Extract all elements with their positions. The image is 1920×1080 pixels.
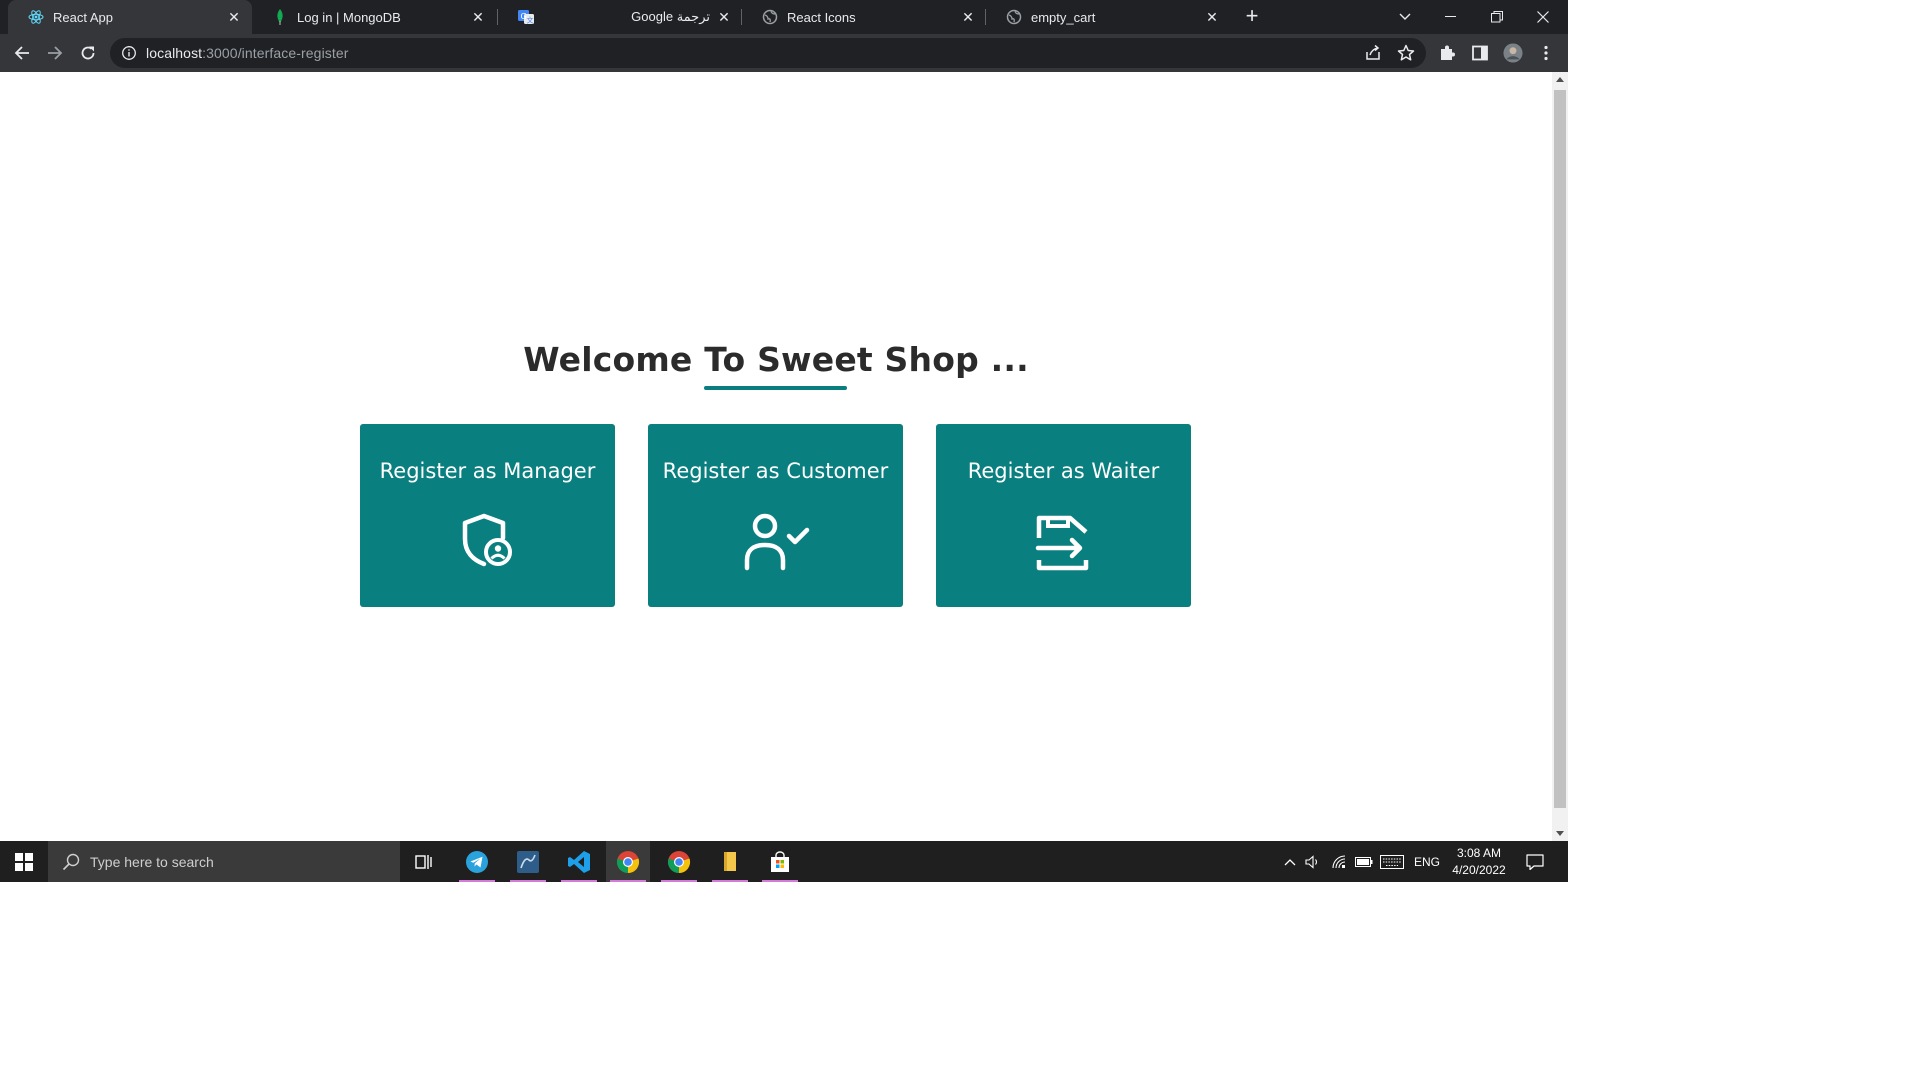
network-icon[interactable] xyxy=(1328,841,1350,882)
taskbar-search-box[interactable]: Type here to search xyxy=(48,841,400,882)
close-tab-icon[interactable]: ✕ xyxy=(226,9,242,25)
site-info-icon[interactable] xyxy=(121,45,137,61)
tab-title: React App xyxy=(53,9,113,25)
clock-time: 3:08 AM xyxy=(1456,846,1502,860)
tab-google-translate[interactable]: G文 Google ترجمة ✕ xyxy=(498,0,742,34)
url-host: localhost xyxy=(146,45,203,61)
close-tab-icon[interactable]: ✕ xyxy=(470,9,486,25)
system-clock[interactable]: 3:08 AM 4/20/2022 xyxy=(1446,845,1512,879)
forward-button[interactable] xyxy=(43,41,67,65)
tab-title: React Icons xyxy=(787,9,856,25)
windows-start-icon[interactable] xyxy=(0,841,48,882)
mongodb-leaf-icon xyxy=(272,9,288,25)
search-icon xyxy=(62,853,80,871)
notification-center-icon[interactable] xyxy=(1520,841,1550,882)
profile-avatar[interactable] xyxy=(1503,43,1523,63)
tab-title: empty_cart xyxy=(1031,9,1096,25)
url-text: localhost:3000/interface-register xyxy=(146,45,349,61)
battery-icon[interactable] xyxy=(1352,841,1376,882)
tab-mongodb[interactable]: Log in | MongoDB ✕ xyxy=(252,0,496,34)
keyboard-icon[interactable] xyxy=(1378,841,1406,882)
tab-react-app[interactable]: React App ✕ xyxy=(8,0,252,34)
mysql-workbench-icon[interactable] xyxy=(506,841,550,882)
file-explorer-icon[interactable] xyxy=(708,841,752,882)
tab-title: Google ترجمة xyxy=(631,9,710,24)
side-panel-icon[interactable] xyxy=(1470,43,1490,63)
windows-taskbar: Type here to search ENG 3:08 AM 4/20/202… xyxy=(0,841,1568,882)
bookmark-star-icon[interactable] xyxy=(1396,43,1416,63)
transfer-box-icon xyxy=(1029,512,1099,572)
globe-icon xyxy=(762,9,778,25)
tab-empty-cart[interactable]: empty_cart ✕ xyxy=(986,0,1230,34)
chrome-icon[interactable] xyxy=(657,841,701,882)
browser-tab-strip: React App ✕ Log in | MongoDB ✕ G文 Google… xyxy=(0,0,1568,34)
search-placeholder: Type here to search xyxy=(90,853,214,870)
tab-react-icons[interactable]: React Icons ✕ xyxy=(742,0,986,34)
card-title: Register as Manager xyxy=(379,459,596,483)
browser-toolbar: localhost:3000/interface-register xyxy=(0,34,1568,72)
share-icon[interactable] xyxy=(1363,43,1383,63)
url-path: :3000/interface-register xyxy=(202,45,349,61)
telegram-icon[interactable] xyxy=(455,841,499,882)
store-icon[interactable] xyxy=(758,841,802,882)
restore-button[interactable] xyxy=(1474,0,1520,34)
scroll-up-arrow[interactable] xyxy=(1556,77,1564,82)
back-button[interactable] xyxy=(10,41,34,65)
input-language[interactable]: ENG xyxy=(1410,841,1444,882)
card-title: Register as Customer xyxy=(662,459,889,483)
tab-title: Log in | MongoDB xyxy=(297,9,401,25)
chrome-menu-icon[interactable] xyxy=(1536,43,1556,63)
clock-date: 4/20/2022 xyxy=(1452,863,1506,877)
page-viewport: Welcome To Sweet Shop ... Register as Ma… xyxy=(0,72,1552,841)
register-customer-card[interactable]: Register as Customer xyxy=(648,424,903,607)
register-manager-card[interactable]: Register as Manager xyxy=(360,424,615,607)
globe-icon xyxy=(1006,9,1022,25)
react-icon xyxy=(28,9,44,25)
close-tab-icon[interactable]: ✕ xyxy=(716,9,732,25)
chrome-icon[interactable] xyxy=(606,841,650,882)
volume-icon[interactable] xyxy=(1302,841,1324,882)
scroll-down-arrow[interactable] xyxy=(1556,831,1564,836)
extensions-puzzle-icon[interactable] xyxy=(1437,43,1457,63)
new-tab-button[interactable]: + xyxy=(1240,5,1264,29)
close-tab-icon[interactable]: ✕ xyxy=(1204,9,1220,25)
scrollbar-thumb[interactable] xyxy=(1554,90,1566,808)
reload-button[interactable] xyxy=(76,41,100,65)
page-scrollbar[interactable] xyxy=(1552,72,1568,841)
register-waiter-card[interactable]: Register as Waiter xyxy=(936,424,1191,607)
user-check-icon xyxy=(741,512,811,572)
minimize-button[interactable] xyxy=(1428,0,1474,34)
show-hidden-icons-chevron[interactable] xyxy=(1280,841,1300,882)
page-title: Welcome To Sweet Shop ... xyxy=(523,340,1029,379)
shield-user-icon xyxy=(453,512,523,572)
task-view-icon[interactable] xyxy=(402,841,446,882)
address-bar[interactable]: localhost:3000/interface-register xyxy=(110,38,1426,68)
vscode-icon[interactable] xyxy=(557,841,601,882)
card-title: Register as Waiter xyxy=(967,459,1160,483)
close-tab-icon[interactable]: ✕ xyxy=(960,9,976,25)
tab-search-button[interactable] xyxy=(1382,0,1428,34)
svg-text:文: 文 xyxy=(527,16,534,25)
google-translate-icon: G文 xyxy=(518,9,534,25)
close-window-button[interactable] xyxy=(1520,0,1566,34)
title-underline xyxy=(704,386,847,390)
